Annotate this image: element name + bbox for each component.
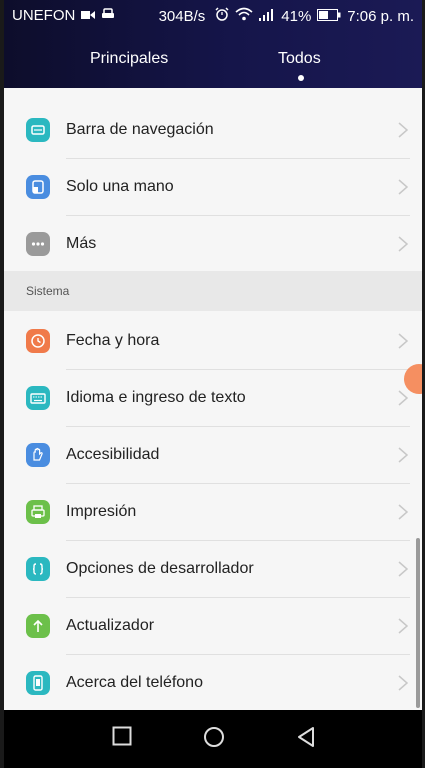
home-button[interactable] — [203, 726, 225, 753]
chevron-right-icon — [396, 672, 410, 694]
list-item-solo-una-mano[interactable]: Solo una mano — [4, 159, 414, 216]
chevron-right-icon — [396, 387, 410, 409]
header: UNEFON 304B/s 41% 7:06 p. m. Principales… — [4, 0, 422, 88]
phone-icon — [26, 671, 50, 695]
list-item-label: Opciones de desarrollador — [66, 560, 254, 577]
chevron-right-icon — [396, 501, 410, 523]
navigation-bar-icon — [26, 118, 50, 142]
signal-icon — [259, 8, 275, 25]
battery-icon — [317, 8, 341, 25]
carrier-label: UNEFON — [12, 7, 76, 24]
car-icon — [101, 7, 115, 24]
braces-icon — [26, 557, 50, 581]
list-item-accesibilidad[interactable]: Accesibilidad — [4, 427, 414, 484]
list-item-idioma[interactable]: Idioma e ingreso de texto — [4, 370, 414, 427]
list-item-label: Impresión — [66, 503, 137, 520]
video-icon — [81, 7, 96, 24]
list-item-label: Accesibilidad — [66, 446, 160, 463]
chevron-right-icon — [396, 330, 410, 352]
scrollbar[interactable] — [416, 538, 420, 708]
section-title: Sistema — [26, 284, 70, 298]
list-item-mas[interactable]: Más — [4, 216, 414, 273]
list-item-acerca-telefono[interactable]: Acerca del teléfono — [4, 655, 414, 712]
tab-todos[interactable]: Todos — [278, 50, 321, 68]
settings-list: Barra de navegación Solo una mano Más Si… — [4, 88, 422, 710]
clock-icon — [26, 329, 50, 353]
list-item-fecha-hora[interactable]: Fecha y hora — [4, 313, 414, 370]
list-item-opciones-desarrollador[interactable]: Opciones de desarrollador — [4, 541, 414, 598]
clock-time: 7:06 p. m. — [347, 7, 414, 25]
network-speed: 304B/s — [158, 7, 206, 25]
chevron-right-icon — [396, 558, 410, 580]
navigation-bar — [4, 710, 422, 768]
active-tab-indicator — [298, 75, 304, 81]
list-item-label: Más — [66, 235, 97, 252]
section-header-sistema: Sistema — [4, 271, 422, 311]
status-bar: UNEFON 304B/s 41% 7:06 p. m. — [4, 0, 422, 32]
back-button[interactable] — [296, 726, 316, 753]
chevron-right-icon — [396, 176, 410, 198]
list-item-label: Idioma e ingreso de texto — [66, 389, 246, 406]
list-item-actualizador[interactable]: Actualizador — [4, 598, 414, 655]
battery-percent: 41% — [281, 7, 312, 25]
tab-bar: Principales Todos — [4, 44, 422, 88]
tab-principales[interactable]: Principales — [90, 50, 168, 68]
list-item-label: Solo una mano — [66, 178, 174, 195]
list-item-barra-navegacion[interactable]: Barra de navegación — [4, 102, 414, 159]
printer-icon — [26, 500, 50, 524]
arrow-up-icon — [26, 614, 50, 638]
list-item-label: Fecha y hora — [66, 332, 160, 349]
chevron-right-icon — [396, 233, 410, 255]
keyboard-icon — [26, 386, 50, 410]
list-item-label: Acerca del teléfono — [66, 674, 203, 691]
chevron-right-icon — [396, 615, 410, 637]
wifi-icon — [235, 7, 253, 25]
more-icon — [26, 232, 50, 256]
list-item-impresion[interactable]: Impresión — [4, 484, 414, 541]
chevron-right-icon — [396, 444, 410, 466]
hand-icon — [26, 443, 50, 467]
list-item-label: Barra de navegación — [66, 121, 214, 138]
list-item-label: Actualizador — [66, 617, 155, 634]
one-hand-icon — [26, 175, 50, 199]
settings-screen: UNEFON 304B/s 41% 7:06 p. m. Principales… — [4, 0, 422, 768]
chevron-right-icon — [396, 119, 410, 141]
recents-button[interactable] — [112, 726, 132, 751]
alarm-icon — [215, 7, 229, 25]
